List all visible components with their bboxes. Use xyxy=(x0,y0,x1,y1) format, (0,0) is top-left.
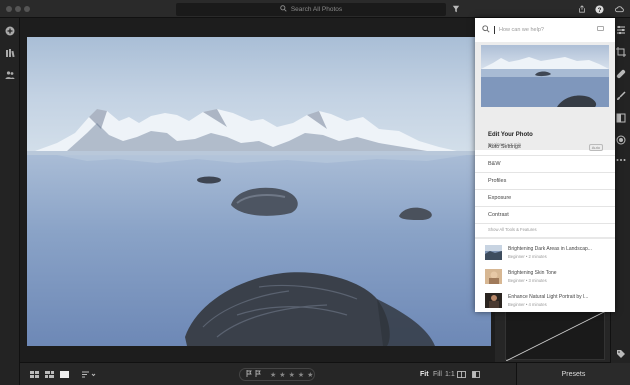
tag-icon[interactable] xyxy=(616,349,626,359)
lesson-meta: Beginner • 4 minutes xyxy=(508,301,547,307)
star-rating-2[interactable]: ★ xyxy=(279,371,285,379)
presets-button[interactable]: Presets xyxy=(516,363,630,385)
edit-sliders-icon[interactable] xyxy=(616,25,626,35)
cloud-sync-icon[interactable] xyxy=(614,4,624,14)
lesson-meta: Beginner • 2 minutes xyxy=(508,253,547,259)
lesson-item[interactable]: Enhance Natural Light Portrait by l... B… xyxy=(475,288,615,312)
lesson-thumbnail xyxy=(485,244,502,260)
help-item-label: Auto Settings xyxy=(488,144,521,150)
zoom-1-1-button[interactable]: 1:1 xyxy=(445,370,455,379)
people-icon[interactable] xyxy=(4,69,16,81)
feature-title: Edit Your Photo xyxy=(488,132,533,138)
lesson-title: Brightening Dark Areas in Landscap... xyxy=(508,245,592,252)
crop-icon[interactable] xyxy=(616,47,626,57)
section-divider xyxy=(475,237,615,239)
bottom-bar: ★ ★ ★ ★ ★ Fit Fill 1:1 Presets xyxy=(20,362,630,385)
compare-icon[interactable] xyxy=(457,370,466,379)
square-grid-view-icon[interactable] xyxy=(30,370,39,379)
close-window-button[interactable] xyxy=(6,6,12,12)
help-item-label: B&W xyxy=(488,161,501,167)
photo-grid-view-icon[interactable] xyxy=(45,370,54,379)
show-all-link[interactable]: Show All Tools & Features xyxy=(475,221,615,238)
radial-gradient-icon[interactable] xyxy=(616,135,626,145)
add-photos-icon[interactable] xyxy=(4,25,16,37)
lesson-thumbnail xyxy=(485,268,502,284)
help-item-label: Exposure xyxy=(488,195,512,201)
star-rating-3[interactable]: ★ xyxy=(289,371,295,379)
sort-icon[interactable] xyxy=(82,370,96,379)
search-icon xyxy=(280,5,287,14)
top-bar: Search All Photos ? xyxy=(0,0,630,18)
feature-tutorial-card[interactable]: Edit Your Photo Beginner • 2 min xyxy=(475,42,615,150)
keyboard-shortcut-icon[interactable] xyxy=(597,26,604,31)
help-icon[interactable]: ? xyxy=(594,4,604,14)
before-after-icon[interactable] xyxy=(472,370,480,379)
reject-flag-icon[interactable] xyxy=(255,370,261,379)
help-popover: How can we help? Edit Your Photo Beginne… xyxy=(475,18,615,312)
search-placeholder: Search All Photos xyxy=(290,6,343,13)
lesson-title: Enhance Natural Light Portrait by l... xyxy=(508,293,589,300)
share-icon[interactable] xyxy=(577,4,587,14)
pick-flag-icon[interactable] xyxy=(246,370,252,379)
search-input[interactable]: Search All Photos xyxy=(176,3,446,16)
star-rating-5[interactable]: ★ xyxy=(307,371,313,379)
zoom-window-button[interactable] xyxy=(24,6,30,12)
more-icon[interactable] xyxy=(616,155,626,165)
flag-rating-control[interactable]: ★ ★ ★ ★ ★ xyxy=(239,368,315,381)
linear-gradient-icon[interactable] xyxy=(616,113,626,123)
lesson-thumbnail xyxy=(485,292,502,308)
search-icon xyxy=(482,25,490,35)
help-item-label: Profiles xyxy=(488,178,507,184)
help-item-exposure[interactable]: Exposure xyxy=(475,190,615,207)
zoom-fill-button[interactable]: Fill xyxy=(433,370,442,379)
minimize-window-button[interactable] xyxy=(15,6,21,12)
lesson-item[interactable]: Brightening Dark Areas in Landscap... Be… xyxy=(475,240,615,264)
detail-view-icon[interactable] xyxy=(60,370,69,379)
app-window: Search All Photos ? ★ ★ ★ ★ ★ Fit Fill 1… xyxy=(0,0,630,385)
lesson-meta: Beginner • 3 minutes xyxy=(508,277,547,283)
left-rail xyxy=(0,18,20,385)
library-icon[interactable] xyxy=(4,47,16,59)
svg-text:?: ? xyxy=(597,6,601,13)
lesson-item[interactable]: Brightening Skin Tone Beginner • 3 minut… xyxy=(475,264,615,288)
help-search-placeholder: How can we help? xyxy=(499,27,544,33)
tutorial-thumbnail xyxy=(481,45,609,107)
brush-icon[interactable] xyxy=(616,91,626,101)
tone-curve[interactable] xyxy=(505,310,607,362)
auto-badge: Auto xyxy=(588,144,603,151)
star-rating-1[interactable]: ★ xyxy=(270,371,276,379)
help-item-profiles[interactable]: Profiles xyxy=(475,173,615,190)
help-item-label: Contrast xyxy=(488,212,509,218)
lesson-title: Brightening Skin Tone xyxy=(508,269,557,276)
main-photo[interactable] xyxy=(27,37,491,346)
help-item-bw[interactable]: B&W xyxy=(475,156,615,173)
filter-icon[interactable] xyxy=(451,4,461,14)
star-rating-4[interactable]: ★ xyxy=(298,371,304,379)
healing-brush-icon[interactable] xyxy=(616,69,626,79)
help-search-input[interactable]: How can we help? xyxy=(482,22,608,38)
zoom-fit-button[interactable]: Fit xyxy=(420,370,429,379)
help-item-auto-settings[interactable]: Auto Settings Auto xyxy=(475,139,615,156)
text-cursor xyxy=(494,26,495,34)
